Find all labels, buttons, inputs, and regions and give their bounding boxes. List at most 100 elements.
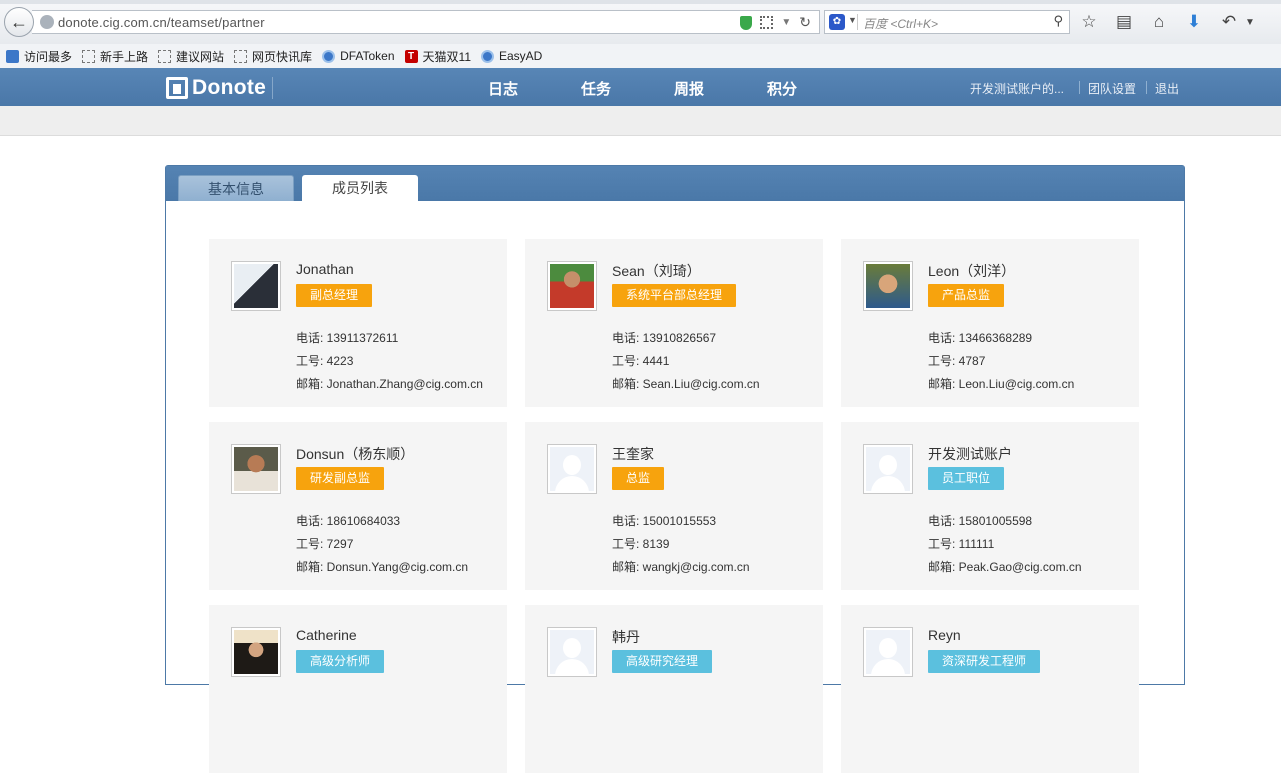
member-phone: 电话: 13911372611	[296, 331, 399, 345]
donote-logo[interactable]: Donote	[166, 76, 274, 100]
app-nav: Donote 日志 任务 周报 积分 开发测试账户的... 团队设置 退出	[0, 68, 1281, 106]
tab-member-list[interactable]: 成员列表	[302, 175, 418, 201]
member-title-badge: 产品总监	[928, 284, 1005, 307]
back-arrow-icon: ←	[10, 11, 28, 32]
search-engine-dropdown-icon[interactable]: ▼	[848, 15, 857, 25]
team-panel: 基本信息 成员列表 Jonathan 副总经理电话: 13911372611 工号:…	[165, 165, 1185, 773]
avatar-photo	[550, 264, 594, 308]
member-name: Jonathan	[296, 261, 354, 277]
default-avatar-icon	[866, 447, 910, 491]
member-email: 邮箱: Jonathan.Zhang@cig.com.cn	[296, 377, 483, 391]
avatar-photo	[234, 630, 278, 674]
bookmark-item[interactable]: 访问最多	[6, 48, 72, 65]
member-name: Sean（刘琦）	[612, 263, 701, 279]
bookmark-star-icon[interactable]: ☆	[1078, 11, 1100, 33]
member-title-badge: 副总经理	[296, 284, 373, 307]
tab-strip	[0, 0, 1281, 4]
search-icon[interactable]: ⚲	[1053, 13, 1063, 29]
baidu-icon[interactable]: ✿	[829, 14, 845, 30]
account-link[interactable]: 开发测试账户的...	[970, 80, 1064, 97]
member-title-badge: 研发副总监	[296, 467, 385, 490]
nav-item-tasks[interactable]: 任务	[581, 78, 611, 99]
bookmark-item[interactable]: 新手上路	[82, 48, 148, 65]
home-icon[interactable]: ⌂	[1148, 11, 1170, 33]
nav-item-weekly[interactable]: 周报	[674, 78, 704, 99]
bookmark-item[interactable]: T 天猫双11	[404, 48, 471, 65]
member-card: 王奎家 总监 电话: 15001015553 工号: 8139 邮箱: wangkj@c…	[525, 422, 823, 590]
team-settings-link[interactable]: 团队设置	[1088, 80, 1136, 97]
member-name: Donsun（杨东顺）	[296, 446, 415, 462]
member-phone: 电话: 15801005598	[928, 514, 1033, 528]
browser-toolbar: donote.cig.com.cn/teamset/partner ▼ ↻ ← …	[0, 0, 1281, 45]
panel-tab-bar: 基本信息 成员列表	[166, 166, 1184, 201]
undo-icon[interactable]: ↶	[1218, 11, 1240, 33]
member-card: Reyn 资深研发工程师	[841, 605, 1139, 773]
download-icon[interactable]: ⬇	[1183, 11, 1205, 33]
bookmark-item[interactable]: DFAToken	[322, 49, 395, 63]
member-employee-id: 工号: 111111	[928, 537, 995, 551]
member-title-badge: 资深研发工程师	[928, 650, 1041, 673]
member-email: 邮箱: Leon.Liu@cig.com.cn	[928, 377, 1075, 391]
url-text: donote.cig.com.cn/teamset/partner	[58, 15, 265, 30]
avatar[interactable]	[231, 627, 281, 677]
member-name: Leon（刘洋）	[928, 263, 1016, 279]
avatar[interactable]	[863, 627, 913, 677]
member-email: 邮箱: Peak.Gao@cig.com.cn	[928, 560, 1082, 574]
search-bar[interactable]: ✿ ▼ 百度 <Ctrl+K> ⚲	[824, 10, 1070, 34]
bookmark-item[interactable]: EasyAD	[481, 49, 542, 63]
back-button[interactable]: ←	[4, 7, 34, 37]
member-email: 邮箱: wangkj@cig.com.cn	[612, 560, 750, 574]
sub-toolbar	[0, 106, 1281, 136]
bookmark-item[interactable]: 建议网站	[158, 48, 224, 65]
logo-icon	[166, 77, 188, 99]
member-title-badge: 高级分析师	[296, 650, 385, 673]
url-dropdown-icon[interactable]: ▼	[781, 17, 791, 28]
avatar-photo	[234, 447, 278, 491]
member-name: 开发测试账户	[928, 446, 1012, 462]
reload-icon[interactable]: ↻	[799, 14, 811, 31]
member-phone: 电话: 13466368289	[928, 331, 1033, 345]
member-name: 王奎家	[612, 446, 654, 462]
member-employee-id: 工号: 4223	[296, 354, 354, 368]
avatar[interactable]	[547, 261, 597, 311]
member-card: Catherine 高级分析师	[209, 605, 507, 773]
member-employee-id: 工号: 7297	[296, 537, 354, 551]
avatar[interactable]	[231, 261, 281, 311]
tab-basic-info[interactable]: 基本信息	[178, 175, 294, 201]
reading-list-icon[interactable]: ▤	[1113, 11, 1135, 33]
nav-item-log[interactable]: 日志	[488, 78, 518, 99]
avatar[interactable]	[547, 444, 597, 494]
menu-dropdown-icon[interactable]: ▼	[1245, 17, 1255, 28]
nav-item-points[interactable]: 积分	[767, 78, 797, 99]
address-bar[interactable]: donote.cig.com.cn/teamset/partner ▼ ↻	[32, 10, 820, 34]
member-phone: 电话: 18610684033	[296, 514, 401, 528]
member-title-badge: 系统平台部总经理	[612, 284, 737, 307]
tmall-icon: T	[404, 49, 418, 63]
member-employee-id: 工号: 4441	[612, 354, 670, 368]
security-shield-icon[interactable]	[740, 15, 753, 30]
member-phone: 电话: 13910826567	[612, 331, 717, 345]
member-name: Catherine	[296, 627, 357, 643]
member-title-badge: 高级研究经理	[612, 650, 713, 673]
member-phone: 电话: 15001015553	[612, 514, 717, 528]
bookmark-item[interactable]: 网页快讯库	[234, 48, 312, 65]
page-icon	[82, 49, 96, 63]
member-card: Donsun（杨东顺） 研发副总监 电话: 18610684033 工号: 7297 邮…	[209, 422, 507, 590]
avatar[interactable]	[231, 444, 281, 494]
avatar[interactable]	[863, 261, 913, 311]
avatar[interactable]	[863, 444, 913, 494]
default-avatar-icon	[866, 630, 910, 674]
most-visited-icon	[6, 49, 19, 63]
page-icon	[234, 49, 248, 63]
member-card: 开发测试账户 员工职位 电话: 15801005598 工号: 111111 邮箱: P…	[841, 422, 1139, 590]
logout-link[interactable]: 退出	[1155, 80, 1179, 97]
avatar[interactable]	[547, 627, 597, 677]
member-card: Sean（刘琦） 系统平台部总经理 电话: 13910826567 工号: 4441 邮…	[525, 239, 823, 407]
qr-code-icon[interactable]	[760, 16, 774, 29]
member-card: Jonathan 副总经理电话: 13911372611 工号: 4223 邮箱: J…	[209, 239, 507, 407]
avatar-photo	[866, 264, 910, 308]
default-avatar-icon	[550, 447, 594, 491]
member-employee-id: 工号: 4787	[928, 354, 986, 368]
member-card: Leon（刘洋） 产品总监电话: 13466368289 工号: 4787 邮箱: L…	[841, 239, 1139, 407]
site-globe-icon	[40, 15, 54, 29]
